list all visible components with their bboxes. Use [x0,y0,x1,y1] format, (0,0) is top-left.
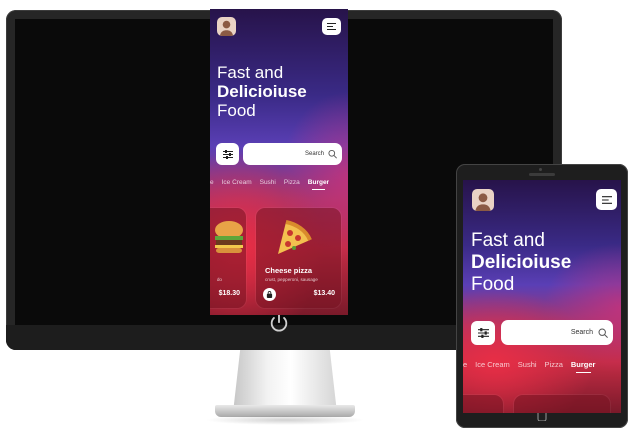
monitor-stand [233,350,337,412]
headline-line-3: Food [471,274,515,295]
food-card-partial[interactable] [463,395,503,413]
food-desc-fragment: do [216,277,222,282]
headline: Fast and Delicioiuse Food [471,230,621,296]
tab-burger[interactable]: Burger [571,360,595,373]
category-tabs: e Ice Cream Sushi Pizza Burger [463,360,595,373]
menu-icon [327,23,336,30]
tab-partial[interactable]: e [210,179,214,186]
tab-ice-cream[interactable]: Ice Cream [475,360,510,369]
category-tabs: e Ice Cream Sushi Pizza Burger [210,179,329,190]
add-to-cart-button[interactable] [263,288,276,301]
sliders-icon [222,149,233,159]
pizza-image [278,220,312,254]
search-icon[interactable] [598,327,608,338]
headline: Fast and Delicioiuse Food [217,63,347,120]
filter-button[interactable] [216,143,239,165]
stage: Fast and Delicioiuse Food Search e Ice C… [0,0,630,437]
food-desc: crust, pepperoni, sausage [265,277,318,282]
food-name: Cheese pizza [265,266,313,275]
tab-pizza[interactable]: Pizza [545,360,563,369]
tab-partial[interactable]: e [463,360,467,369]
headline-line-2: Delicioiuse [471,252,572,273]
tablet-camera [539,168,542,171]
headline-line-2: Delicioiuse [217,82,307,101]
food-price: $13.40 [313,290,335,297]
sliders-icon [477,328,489,338]
headline-line-1: Fast and [471,230,545,251]
headline-line-1: Fast and [217,63,284,82]
tab-sushi[interactable]: Sushi [260,179,276,186]
desktop-app-screen: Fast and Delicioiuse Food Search e Ice C… [210,9,348,315]
stand-shadow [205,415,365,425]
avatar[interactable] [472,189,494,211]
tablet-speaker [529,173,555,176]
search-label: Search [304,151,324,157]
avatar[interactable] [217,17,236,36]
menu-button[interactable] [596,189,617,210]
tab-ice-cream[interactable]: Ice Cream [222,179,252,186]
food-card-burger[interactable]: do $18.30 [210,208,246,308]
menu-button[interactable] [322,18,341,35]
menu-icon [601,195,612,204]
tablet-app-screen: Fast and Delicioiuse Food Search e Ice C… [463,180,621,413]
search-icon[interactable] [328,149,337,159]
search-label: Search [570,329,593,336]
burger-image [215,221,243,253]
food-card-partial[interactable] [514,395,610,413]
filter-button[interactable] [471,321,495,345]
tab-sushi[interactable]: Sushi [518,360,537,369]
food-price: $18.30 [218,290,240,297]
search-input[interactable]: Search [243,143,342,165]
shopping-bag-icon [266,291,273,298]
headline-line-3: Food [217,101,256,120]
food-card-cheese-pizza[interactable]: Cheese pizza crust, pepperoni, sausage $… [256,208,341,308]
tab-burger[interactable]: Burger [308,179,329,190]
search-input[interactable]: Search [501,320,613,345]
tab-pizza[interactable]: Pizza [284,179,300,186]
power-icon[interactable] [268,312,290,334]
